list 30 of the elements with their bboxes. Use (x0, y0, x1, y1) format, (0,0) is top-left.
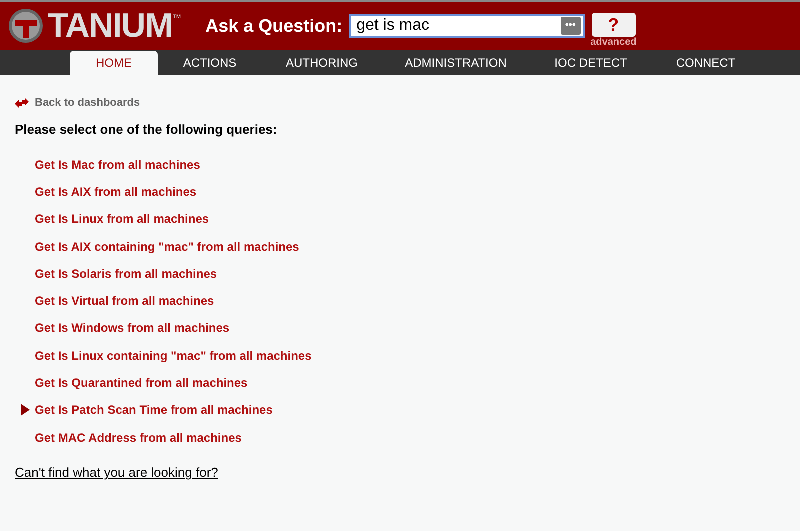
logo-icon (8, 8, 44, 44)
nav-tab[interactable]: IOC DETECT (530, 51, 652, 75)
query-link[interactable]: Get Is AIX containing "mac" from all machines (35, 238, 300, 256)
nav-tab[interactable]: ACTIONS (158, 51, 262, 75)
query-link[interactable]: Get Is Quarantined from all machines (35, 374, 248, 392)
query-link[interactable]: Get MAC Address from all machines (35, 428, 242, 447)
nav-tab[interactable]: ADMINISTRATION (382, 51, 530, 75)
question-input[interactable]: get is mac (356, 14, 561, 38)
query-link[interactable]: Get Is Patch Scan Time from all machines (35, 401, 273, 420)
ask-label: Ask a Question: (206, 14, 343, 38)
more-button[interactable]: ••• (560, 17, 581, 35)
query-link[interactable]: Get Is Virtual from all machines (35, 292, 214, 310)
query-link[interactable]: Get Is Mac from all machines (35, 156, 200, 174)
query-link[interactable]: Get Is AIX from all machines (35, 182, 197, 201)
help-button[interactable]: ? (592, 13, 636, 37)
trademark: ™ (172, 12, 182, 25)
question-field[interactable]: get is mac ••• (348, 14, 585, 38)
help-link[interactable]: Can't find what you are looking for? (15, 463, 218, 483)
advanced-link[interactable]: advanced (590, 37, 637, 49)
query-link[interactable]: Get Is Linux containing "mac" from all machines (35, 346, 312, 365)
query-link[interactable]: Get Is Linux from all machines (35, 210, 210, 228)
nav-tab[interactable]: HOME (70, 51, 158, 75)
logo-text: TANIUM (48, 9, 173, 43)
query-link[interactable]: Get Is Windows from all machines (35, 319, 230, 338)
back-link[interactable]: Back to dashboards (35, 95, 140, 112)
nav-tab[interactable]: CONNECT (652, 51, 760, 75)
nav-tab[interactable]: AUTHORING (262, 51, 382, 75)
query-link[interactable]: Get Is Solaris from all machines (35, 264, 218, 283)
heading: Please select one of the following queries: (15, 120, 278, 139)
back-arrows-icon (15, 98, 29, 108)
